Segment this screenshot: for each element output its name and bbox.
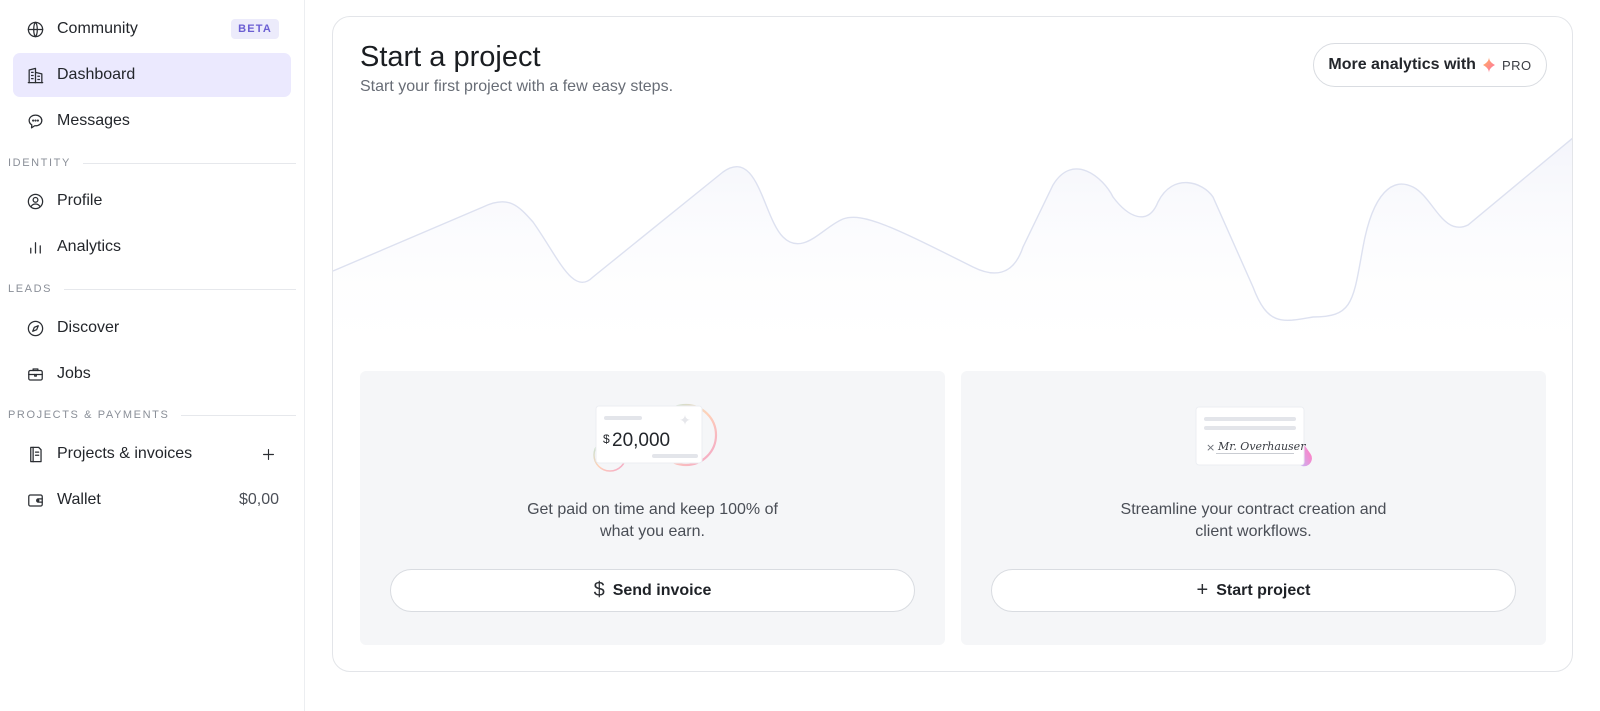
globe-icon <box>25 19 45 39</box>
user-circle-icon <box>25 191 45 211</box>
page-subtitle: Start your first project with a few easy… <box>360 78 674 95</box>
contract-illustration: × Mr. Overhauser <box>1195 406 1312 467</box>
sparkle-icon <box>1482 57 1495 73</box>
plus-icon: + <box>1196 579 1209 601</box>
pro-tag: PRO <box>1501 57 1532 73</box>
compass-icon <box>25 318 45 338</box>
sidebar-item-analytics[interactable]: Analytics <box>13 225 291 269</box>
wallet-icon <box>25 490 45 510</box>
contract-description: Streamline your contract creation and cl… <box>1120 501 1387 540</box>
sidebar-item-label: Projects & invoices <box>57 445 193 462</box>
briefcase-icon <box>25 364 45 384</box>
sidebar-item-messages[interactable]: Messages <box>13 99 291 143</box>
signature-text: Mr. Overhauser <box>1217 440 1306 453</box>
sidebar-item-jobs[interactable]: Jobs <box>13 352 291 396</box>
document-icon <box>25 444 45 464</box>
building-icon <box>25 65 45 85</box>
start-project-card: Start a project Start your first project… <box>332 16 1573 672</box>
sidebar-item-label: Wallet <box>57 491 101 508</box>
divider <box>64 288 296 290</box>
invoice-panel: ✦ $ 20,000 Get paid on time and keep 100… <box>360 371 945 645</box>
sidebar-item-discover[interactable]: Discover <box>13 306 291 350</box>
sidebar-item-label: Dashboard <box>57 66 136 83</box>
svg-text:×: × <box>1206 441 1215 454</box>
wallet-balance: $0,00 <box>238 491 279 508</box>
sidebar-item-profile[interactable]: Profile <box>13 179 291 223</box>
section-identity: IDENTITY <box>8 156 296 170</box>
sidebar-item-projects-invoices[interactable]: Projects & invoices <box>13 432 291 476</box>
plus-icon <box>262 448 274 460</box>
sidebar-item-label: Community <box>57 20 138 37</box>
sidebar-item-dashboard[interactable]: Dashboard <box>13 53 291 97</box>
more-analytics-pro-button[interactable]: More analytics with PRO <box>1313 43 1547 87</box>
sidebar-item-label: Analytics <box>57 238 122 255</box>
invoice-currency: $ <box>603 432 610 446</box>
sidebar-item-label: Discover <box>57 319 120 336</box>
sidebar-item-community[interactable]: Community BETA <box>13 7 291 51</box>
page-title: Start a project <box>360 41 541 73</box>
svg-text:✦: ✦ <box>679 413 691 429</box>
beta-badge: BETA <box>231 19 279 39</box>
section-title: IDENTITY <box>8 157 71 169</box>
sidebar: Community BETA Dashboard Messages IDENTI… <box>0 0 305 711</box>
invoice-amount: 20,000 <box>612 430 670 451</box>
send-invoice-label: Send invoice <box>612 581 712 599</box>
sidebar-item-label: Jobs <box>57 365 91 382</box>
section-title: PROJECTS & PAYMENTS <box>8 409 170 421</box>
send-invoice-button[interactable]: $ Send invoice <box>390 569 915 612</box>
pro-button-label: More analytics with <box>1328 56 1476 73</box>
analytics-wave-graphic <box>333 137 1572 367</box>
divider <box>82 162 296 164</box>
invoice-description: Get paid on time and keep 100% of what y… <box>527 501 778 540</box>
start-project-label: Start project <box>1216 581 1311 599</box>
dollar-icon: $ <box>593 579 605 601</box>
sidebar-item-label: Profile <box>57 192 103 209</box>
add-project-button[interactable] <box>257 443 279 465</box>
divider <box>181 414 296 416</box>
sidebar-item-label: Messages <box>57 112 130 129</box>
start-project-button[interactable]: + Start project <box>991 569 1516 612</box>
bar-chart-icon <box>25 237 45 257</box>
section-title: LEADS <box>8 283 53 295</box>
invoice-illustration: ✦ $ 20,000 <box>593 403 718 472</box>
sidebar-item-wallet[interactable]: Wallet $0,00 <box>13 478 291 522</box>
chat-bubble-icon <box>25 111 45 131</box>
section-projects-payments: PROJECTS & PAYMENTS <box>8 408 296 422</box>
section-leads: LEADS <box>8 282 296 296</box>
contract-panel: × Mr. Overhauser Streamline your contrac… <box>961 371 1546 645</box>
